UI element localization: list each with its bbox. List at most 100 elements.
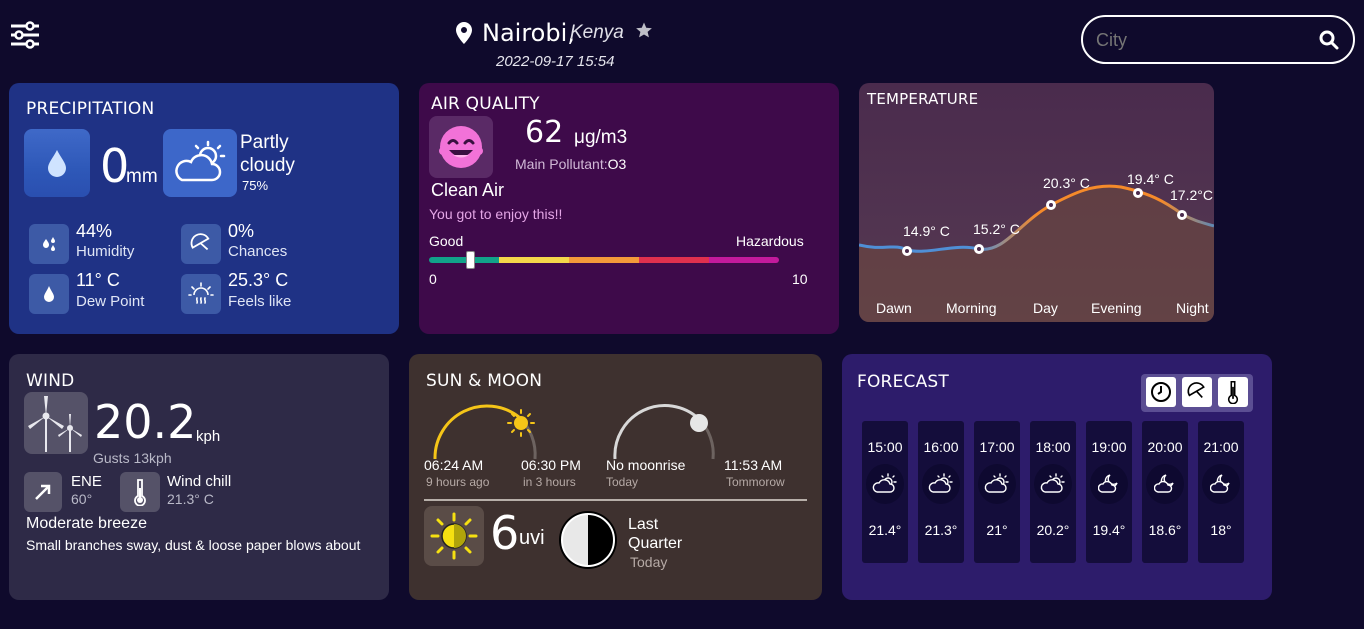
air-quality-title: AIR QUALITY: [431, 94, 540, 114]
aqi-value: 62: [525, 115, 564, 150]
temp-value-evening: 19.4° C: [1127, 171, 1174, 187]
partly-cloudy-icon: [163, 129, 237, 197]
feels-like-icon: [181, 274, 221, 314]
cloud-moon-icon: [1090, 464, 1128, 504]
sun-position-icon: [507, 409, 535, 442]
happy-face-icon: [429, 116, 493, 178]
search-box[interactable]: [1081, 15, 1355, 64]
cloud-moon-icon: [1202, 464, 1240, 504]
forecast-hour-time: 16:00: [923, 439, 959, 455]
sun-moon-title: SUN & MOON: [426, 371, 543, 391]
wind-card: WIND 20.2 kph Gusts 13kph ENE 60° Wind c…: [9, 354, 389, 600]
condition-percent: 75%: [242, 178, 269, 193]
moon-phase-line2: Quarter: [628, 535, 683, 552]
forecast-toggle-group: [1141, 374, 1253, 412]
wind-direction: ENE: [71, 473, 102, 490]
forecast-hour-item: 17:00 21°: [974, 421, 1020, 563]
moon-phase-when: Today: [630, 554, 668, 570]
forecast-hour-time: 20:00: [1147, 439, 1183, 455]
humidity-icon: [29, 224, 69, 264]
cloud-sun-icon: [866, 464, 904, 504]
chances-value: 0%: [228, 221, 255, 241]
forecast-hours: 15:00 21.4° 16:00 21.3° 17:00 21° 18:00 …: [862, 421, 1244, 563]
temp-value-dawn: 14.9° C: [903, 223, 950, 239]
forecast-hour-item: 20:00 18.6°: [1142, 421, 1188, 563]
air-status: Clean Air: [431, 180, 505, 200]
forecast-hour-temp: 21.3°: [924, 522, 958, 538]
feels-like-label: Feels like: [228, 293, 292, 310]
temp-value-day: 20.3° C: [1043, 175, 1090, 191]
sun-moon-card: SUN & MOON 06:24 AM 9 hours ago 06:30 PM…: [409, 354, 822, 600]
scale-good-label: Good: [429, 233, 464, 249]
forecast-hour-temp: 21.4°: [868, 522, 902, 538]
forecast-hour-item: 21:00 18°: [1198, 421, 1244, 563]
umbrella-icon: [181, 224, 221, 264]
temp-value-night: 17.2°C: [1170, 187, 1213, 203]
forecast-hour-temp: 21°: [986, 522, 1008, 538]
period-morning: Morning: [946, 300, 997, 316]
forecast-hour-time: 15:00: [867, 439, 903, 455]
moon-phase-line1: Last: [628, 516, 659, 533]
forecast-hour-item: 19:00 19.4°: [1086, 421, 1132, 563]
sunset-relative: in 3 hours: [523, 475, 576, 489]
cloud-moon-icon: [1146, 464, 1184, 504]
sunset-time: 06:30 PM: [521, 457, 581, 473]
chances-label: Chances: [228, 243, 288, 260]
uv-index-unit: uvi: [519, 527, 545, 549]
country-name: Kenya: [570, 22, 624, 43]
thermometer-icon: [120, 472, 160, 512]
period-day: Day: [1033, 300, 1058, 316]
condition-line2: cloudy: [240, 155, 295, 176]
temp-value-morning: 15.2° C: [973, 221, 1020, 237]
forecast-hour-temp: 18.6°: [1148, 522, 1182, 538]
sunrise-relative: 9 hours ago: [426, 475, 490, 489]
wind-gusts: Gusts 13kph: [93, 450, 172, 466]
sunrise-time: 06:24 AM: [424, 457, 484, 473]
moon-position-icon: [689, 413, 709, 438]
moon-phase-icon: [557, 509, 619, 576]
divider: [424, 499, 807, 501]
scale-hazardous-label: Hazardous: [736, 233, 804, 249]
umbrella-toggle-icon[interactable]: [1182, 377, 1212, 407]
favorite-star-icon[interactable]: [635, 21, 653, 44]
forecast-hour-temp: 18°: [1210, 522, 1232, 538]
datetime: 2022-09-17 15:54: [496, 53, 615, 70]
temperature-card: TEMPERATURE 14.9° C 15.2° C 20.3° C 19.4…: [859, 83, 1214, 322]
search-icon[interactable]: [1319, 30, 1339, 55]
forecast-card: FORECAST 15:00 21.4° 16:00 21.3° 17:00 2…: [842, 354, 1272, 600]
location-pin-icon: [456, 22, 472, 49]
forecast-hour-item: 16:00 21.3°: [918, 421, 964, 563]
period-dawn: Dawn: [876, 300, 912, 316]
wind-chill-value: 21.3° C: [167, 491, 214, 507]
wind-title: WIND: [26, 371, 75, 391]
search-input[interactable]: [1096, 27, 1306, 53]
thermometer-toggle-icon[interactable]: [1218, 377, 1248, 407]
uv-index-value: 6: [490, 506, 520, 560]
wind-degrees: 60°: [71, 491, 93, 507]
cloud-sun-icon: [978, 464, 1016, 504]
scale-min-label: 0: [429, 271, 437, 287]
precipitation-amount: 0: [100, 139, 130, 193]
dew-point-label: Dew Point: [76, 293, 145, 310]
dew-point-value: 11° C: [76, 270, 120, 290]
feels-like-value: 25.3° C: [228, 270, 289, 290]
wind-chill-label: Wind chill: [167, 473, 232, 490]
humidity-label: Humidity: [76, 243, 135, 260]
air-message: You got to enjoy this!!: [429, 206, 563, 222]
aqi-scale-bar: [429, 257, 779, 263]
cloud-sun-icon: [922, 464, 960, 504]
dew-point-icon: [29, 274, 69, 314]
pollutant-label-text: Main Pollutant:: [515, 156, 608, 172]
precipitation-unit: mm: [126, 166, 158, 187]
forecast-title: FORECAST: [857, 372, 949, 392]
scale-max-label: 10: [792, 271, 808, 287]
uv-sun-icon: [424, 506, 484, 566]
period-evening: Evening: [1091, 300, 1142, 316]
humidity-value: 44%: [76, 221, 113, 241]
forecast-hour-temp: 20.2°: [1036, 522, 1070, 538]
clock-icon[interactable]: [1146, 377, 1176, 407]
settings-icon[interactable]: [9, 20, 41, 50]
forecast-hour-item: 15:00 21.4°: [862, 421, 908, 563]
forecast-hour-time: 18:00: [1035, 439, 1071, 455]
forecast-hour-time: 17:00: [979, 439, 1015, 455]
